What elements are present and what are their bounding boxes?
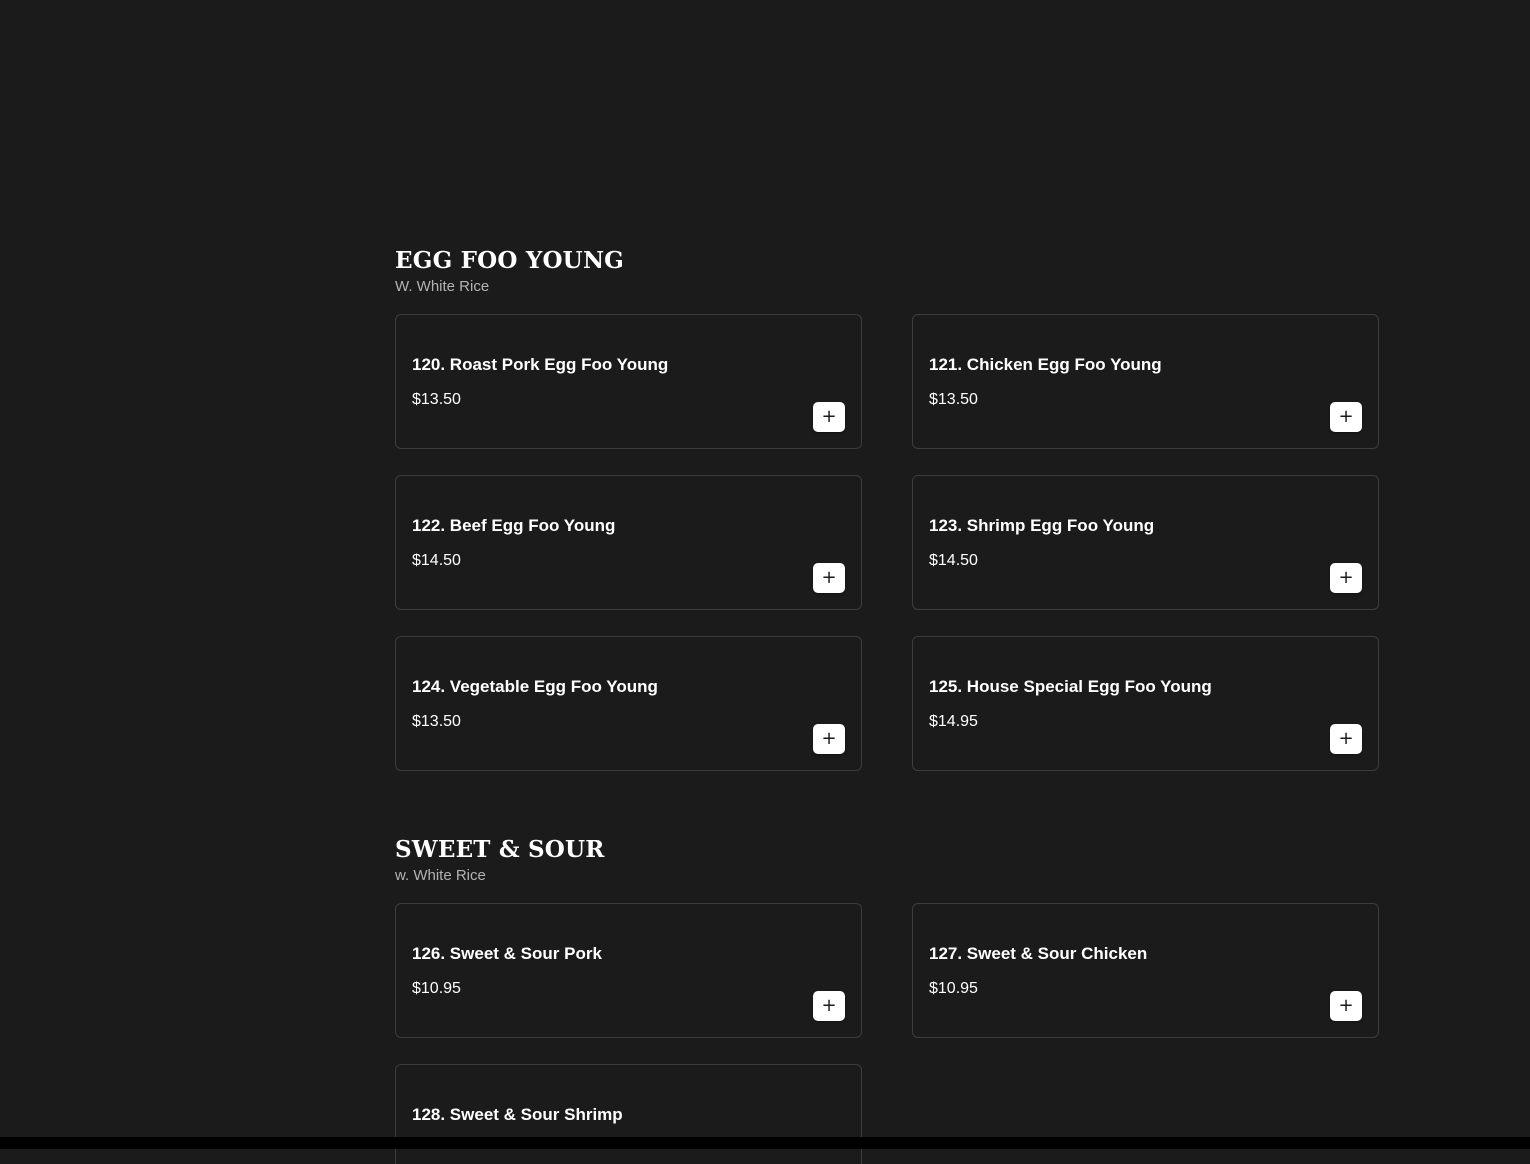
- menu-item-name: 126. Sweet & Sour Pork: [412, 944, 602, 963]
- menu-item-name: 127. Sweet & Sour Chicken: [929, 944, 1148, 963]
- menu-item-card[interactable]: 127. Sweet & Sour Chicken $10.95 +: [912, 903, 1379, 1038]
- section-title: SWEET & SOUR: [395, 836, 605, 863]
- menu-item-price: $10.95: [412, 980, 461, 997]
- add-to-cart-button[interactable]: +: [813, 724, 845, 754]
- menu-item-card[interactable]: 128. Sweet & Sour Shrimp: [395, 1064, 862, 1164]
- menu-item-price: $13.50: [929, 391, 978, 408]
- menu-item-card[interactable]: 123. Shrimp Egg Foo Young $14.50 +: [912, 475, 1379, 610]
- menu-item-price: $14.50: [412, 552, 461, 569]
- menu-section-egg-foo-young: EGG FOO YOUNG W. White Rice 120. Roast P…: [395, 247, 1381, 771]
- menu-item-card[interactable]: 126. Sweet & Sour Pork $10.95 +: [395, 903, 862, 1038]
- menu-section-sweet-sour: SWEET & SOUR w. White Rice 126. Sweet & …: [395, 836, 1381, 1164]
- add-to-cart-button[interactable]: +: [1330, 402, 1362, 432]
- bottom-bar: [0, 1137, 1530, 1149]
- menu-item-name: 124. Vegetable Egg Foo Young: [412, 677, 658, 696]
- menu-item-name: 128. Sweet & Sour Shrimp: [412, 1105, 623, 1124]
- add-to-cart-button[interactable]: +: [813, 563, 845, 593]
- menu-item-name: 123. Shrimp Egg Foo Young: [929, 516, 1155, 535]
- menu-item-card[interactable]: 121. Chicken Egg Foo Young $13.50 +: [912, 314, 1379, 449]
- section-subtitle: W. White Rice: [395, 278, 490, 295]
- add-to-cart-button[interactable]: +: [1330, 991, 1362, 1021]
- add-to-cart-button[interactable]: +: [813, 991, 845, 1021]
- menu-item-price: $13.50: [412, 713, 461, 730]
- menu-item-price: $13.50: [412, 391, 461, 408]
- menu-item-card[interactable]: 125. House Special Egg Foo Young $14.95 …: [912, 636, 1379, 771]
- menu-item-card[interactable]: 120. Roast Pork Egg Foo Young $13.50 +: [395, 314, 862, 449]
- menu-item-card[interactable]: 124. Vegetable Egg Foo Young $13.50 +: [395, 636, 862, 771]
- menu-item-name: 125. House Special Egg Foo Young: [929, 677, 1212, 696]
- add-to-cart-button[interactable]: +: [1330, 563, 1362, 593]
- add-to-cart-button[interactable]: +: [1330, 724, 1362, 754]
- menu-item-name: 122. Beef Egg Foo Young: [412, 516, 616, 535]
- section-subtitle: w. White Rice: [395, 867, 486, 884]
- add-to-cart-button[interactable]: +: [813, 402, 845, 432]
- menu-item-price: $14.50: [929, 552, 978, 569]
- menu-item-price: $14.95: [929, 713, 978, 730]
- menu-item-card[interactable]: 122. Beef Egg Foo Young $14.50 +: [395, 475, 862, 610]
- menu-item-name: 120. Roast Pork Egg Foo Young: [412, 355, 669, 374]
- menu-item-price: $10.95: [929, 980, 978, 997]
- section-title: EGG FOO YOUNG: [395, 247, 625, 274]
- menu-item-name: 121. Chicken Egg Foo Young: [929, 355, 1162, 374]
